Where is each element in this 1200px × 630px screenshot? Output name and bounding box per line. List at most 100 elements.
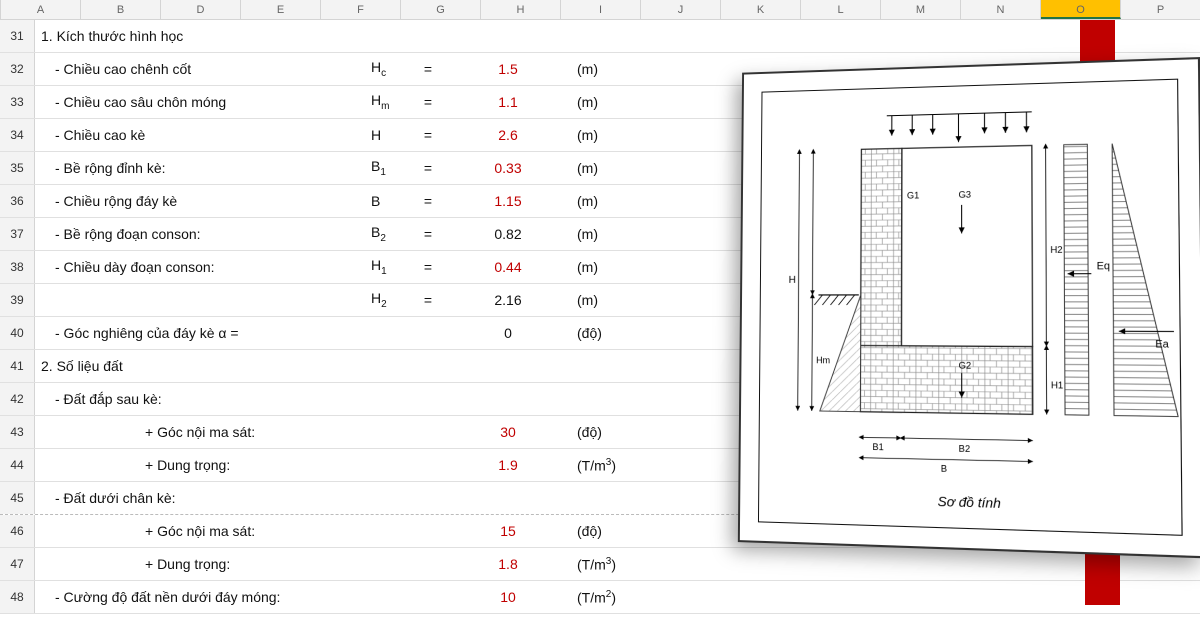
cell-desc[interactable]: - Chiều rộng đáy kè xyxy=(35,193,365,209)
cell-equals[interactable]: = xyxy=(413,160,443,176)
cell-unit[interactable]: (T/m2) xyxy=(573,589,653,606)
row-47[interactable]: 47+ Dung trọng: 1.8(T/m3) xyxy=(0,548,1200,581)
row-number[interactable]: 41 xyxy=(0,350,35,382)
cell-unit[interactable]: (độ) xyxy=(573,424,653,440)
cell-unit[interactable]: (độ) xyxy=(573,523,653,539)
cell-desc[interactable]: - Bề rộng đoạn conson: xyxy=(35,226,365,242)
cell-value[interactable]: 15 xyxy=(443,523,573,539)
row-number[interactable]: 38 xyxy=(0,251,35,283)
cell-symbol[interactable]: B2 xyxy=(365,224,413,244)
cell-value[interactable]: 1.9 xyxy=(443,457,573,473)
col-header-B[interactable]: B xyxy=(81,0,161,19)
row-number[interactable]: 44 xyxy=(0,449,35,481)
cell-value[interactable]: 0.33 xyxy=(443,160,573,176)
cell-equals[interactable]: = xyxy=(413,226,443,242)
col-header-I[interactable]: I xyxy=(561,0,641,19)
cell-unit[interactable]: (độ) xyxy=(573,325,653,341)
cell-unit[interactable]: (m) xyxy=(573,226,653,242)
cell-unit[interactable]: (m) xyxy=(573,160,653,176)
row-number[interactable]: 47 xyxy=(0,548,35,580)
cell-unit[interactable]: (m) xyxy=(573,193,653,209)
cell-desc[interactable]: + Góc nội ma sát: xyxy=(35,523,365,539)
cell-desc[interactable]: - Chiều cao kè xyxy=(35,127,365,143)
cell-symbol[interactable]: B xyxy=(365,193,413,209)
cell-desc[interactable]: - Chiều dày đoạn conson: xyxy=(35,259,365,275)
row-48[interactable]: 48- Cường độ đất nền dưới đáy móng: 10(T/… xyxy=(0,581,1200,614)
row-number[interactable]: 33 xyxy=(0,86,35,118)
col-header-K[interactable]: K xyxy=(721,0,801,19)
row-number[interactable]: 34 xyxy=(0,119,35,151)
col-header-G[interactable]: G xyxy=(401,0,481,19)
col-header-N[interactable]: N xyxy=(961,0,1041,19)
cell-equals[interactable]: = xyxy=(413,127,443,143)
col-header-A[interactable]: A xyxy=(1,0,81,19)
floating-diagram[interactable]: Eq Ea G1 G3 G2 H Hm H2 H1 xyxy=(738,57,1200,558)
cell-value[interactable]: 0.44 xyxy=(443,259,573,275)
cell-symbol[interactable]: H1 xyxy=(365,257,413,277)
row-number[interactable]: 31 xyxy=(0,20,35,52)
row-number[interactable]: 39 xyxy=(0,284,35,316)
cell-equals[interactable]: = xyxy=(413,193,443,209)
col-header-E[interactable]: E xyxy=(241,0,321,19)
row-number[interactable]: 37 xyxy=(0,218,35,250)
col-header-F[interactable]: F xyxy=(321,0,401,19)
cell-symbol[interactable]: H xyxy=(365,127,413,143)
cell-desc[interactable]: - Đất dưới chân kè: xyxy=(35,490,365,506)
label-h: H xyxy=(789,275,796,286)
cell-equals[interactable]: = xyxy=(413,94,443,110)
cell-desc[interactable]: + Dung trọng: xyxy=(35,457,365,473)
col-header-M[interactable]: M xyxy=(881,0,961,19)
row-number[interactable]: 46 xyxy=(0,515,35,547)
cell-value[interactable]: 1.15 xyxy=(443,193,573,209)
row-number[interactable]: 45 xyxy=(0,482,35,514)
cell-equals[interactable]: = xyxy=(413,292,443,308)
cell-value[interactable]: 10 xyxy=(443,589,573,605)
cell-desc[interactable]: 1. Kích thước hình học xyxy=(35,28,365,44)
col-header-D[interactable]: D xyxy=(161,0,241,19)
cell-symbol[interactable]: B1 xyxy=(365,158,413,178)
cell-desc[interactable]: - Cường độ đất nền dưới đáy móng: xyxy=(35,589,365,605)
cell-desc[interactable]: 2. Số liệu đất xyxy=(35,358,365,374)
cell-desc[interactable]: - Đất đắp sau kè: xyxy=(35,391,365,407)
col-header-J[interactable]: J xyxy=(641,0,721,19)
col-header-H[interactable]: H xyxy=(481,0,561,19)
cell-unit[interactable]: (m) xyxy=(573,61,653,77)
col-header-O[interactable]: O xyxy=(1041,0,1121,19)
cell-equals[interactable]: = xyxy=(413,259,443,275)
cell-equals[interactable]: = xyxy=(413,61,443,77)
row-number[interactable]: 40 xyxy=(0,317,35,349)
row-number[interactable]: 42 xyxy=(0,383,35,415)
cell-value[interactable]: 2.16 xyxy=(443,292,573,308)
cell-value[interactable]: 0 xyxy=(443,325,573,341)
cell-symbol[interactable]: H2 xyxy=(365,290,413,310)
cell-value[interactable]: 1.5 xyxy=(443,61,573,77)
cell-value[interactable]: 30 xyxy=(443,424,573,440)
label-b1: B1 xyxy=(872,441,883,452)
cell-unit[interactable]: (m) xyxy=(573,259,653,275)
cell-value[interactable]: 1.8 xyxy=(443,556,573,572)
cell-unit[interactable]: (m) xyxy=(573,292,653,308)
cell-unit[interactable]: (T/m3) xyxy=(573,556,653,573)
row-number[interactable]: 43 xyxy=(0,416,35,448)
cell-desc[interactable]: + Góc nội ma sát: xyxy=(35,424,365,440)
col-header-P[interactable]: P xyxy=(1121,0,1200,19)
cell-value[interactable]: 1.1 xyxy=(443,94,573,110)
cell-unit[interactable]: (T/m3) xyxy=(573,457,653,474)
row-number[interactable]: 36 xyxy=(0,185,35,217)
cell-value[interactable]: 0.82 xyxy=(443,226,573,242)
cell-unit[interactable]: (m) xyxy=(573,94,653,110)
cell-desc[interactable]: - Chiều cao sâu chôn móng xyxy=(35,94,365,110)
cell-desc[interactable]: - Góc nghiêng của đáy kè α = xyxy=(35,325,365,341)
row-number[interactable]: 48 xyxy=(0,581,35,613)
cell-unit[interactable]: (m) xyxy=(573,127,653,143)
row-number[interactable]: 35 xyxy=(0,152,35,184)
col-header-L[interactable]: L xyxy=(801,0,881,19)
cell-desc[interactable]: + Dung trọng: xyxy=(35,556,365,572)
cell-symbol[interactable]: Hc xyxy=(365,59,413,79)
cell-value[interactable]: 2.6 xyxy=(443,127,573,143)
row-31[interactable]: 311. Kích thước hình học xyxy=(0,20,1200,53)
row-number[interactable]: 32 xyxy=(0,53,35,85)
cell-desc[interactable]: - Chiều cao chênh cốt xyxy=(35,61,365,77)
cell-desc[interactable]: - Bề rộng đỉnh kè: xyxy=(35,160,365,176)
cell-symbol[interactable]: Hm xyxy=(365,92,413,112)
